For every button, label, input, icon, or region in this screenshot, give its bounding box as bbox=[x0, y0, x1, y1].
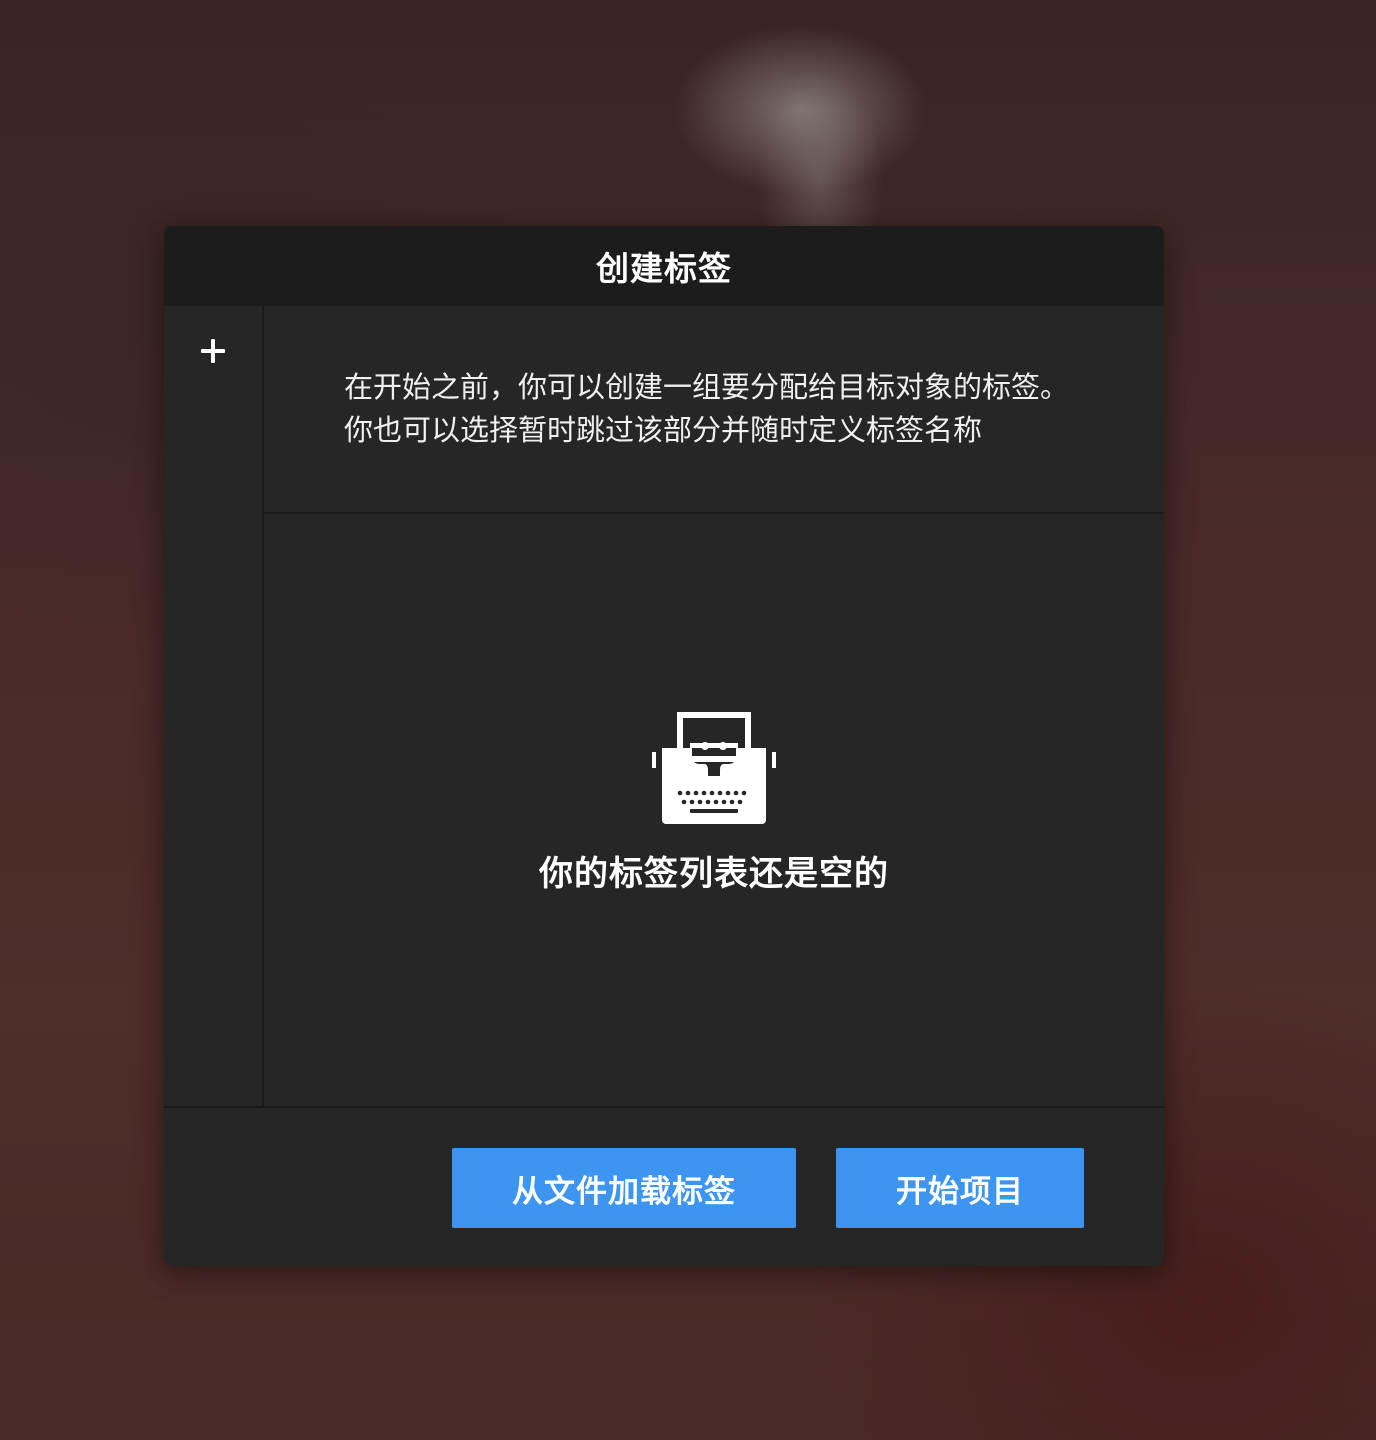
intro-text: 在开始之前，你可以创建一组要分配给目标对象的标签。你也可以选择暂时跳过该部分并随… bbox=[344, 370, 1070, 447]
start-project-button[interactable]: 开始项目 bbox=[836, 1148, 1084, 1228]
label-side-rail bbox=[164, 306, 264, 1106]
plus-icon bbox=[201, 339, 225, 363]
intro-panel: 在开始之前，你可以创建一组要分配给目标对象的标签。你也可以选择暂时跳过该部分并随… bbox=[264, 306, 1164, 514]
load-labels-from-file-button[interactable]: 从文件加载标签 bbox=[452, 1148, 796, 1228]
create-labels-dialog: 创建标签 在开始之前，你可以创建一组要分配给目标对象的标签。你也可以选择暂时跳过… bbox=[164, 226, 1164, 1266]
empty-list-message: 你的标签列表还是空的 bbox=[539, 854, 889, 894]
typewriter-icon bbox=[652, 712, 776, 824]
dialog-title: 创建标签 bbox=[596, 249, 732, 288]
add-label-button[interactable] bbox=[188, 326, 238, 376]
dialog-footer: 从文件加载标签 开始项目 bbox=[164, 1106, 1164, 1266]
empty-labels-panel: 你的标签列表还是空的 bbox=[264, 514, 1164, 1106]
dialog-header: 创建标签 bbox=[164, 226, 1164, 306]
